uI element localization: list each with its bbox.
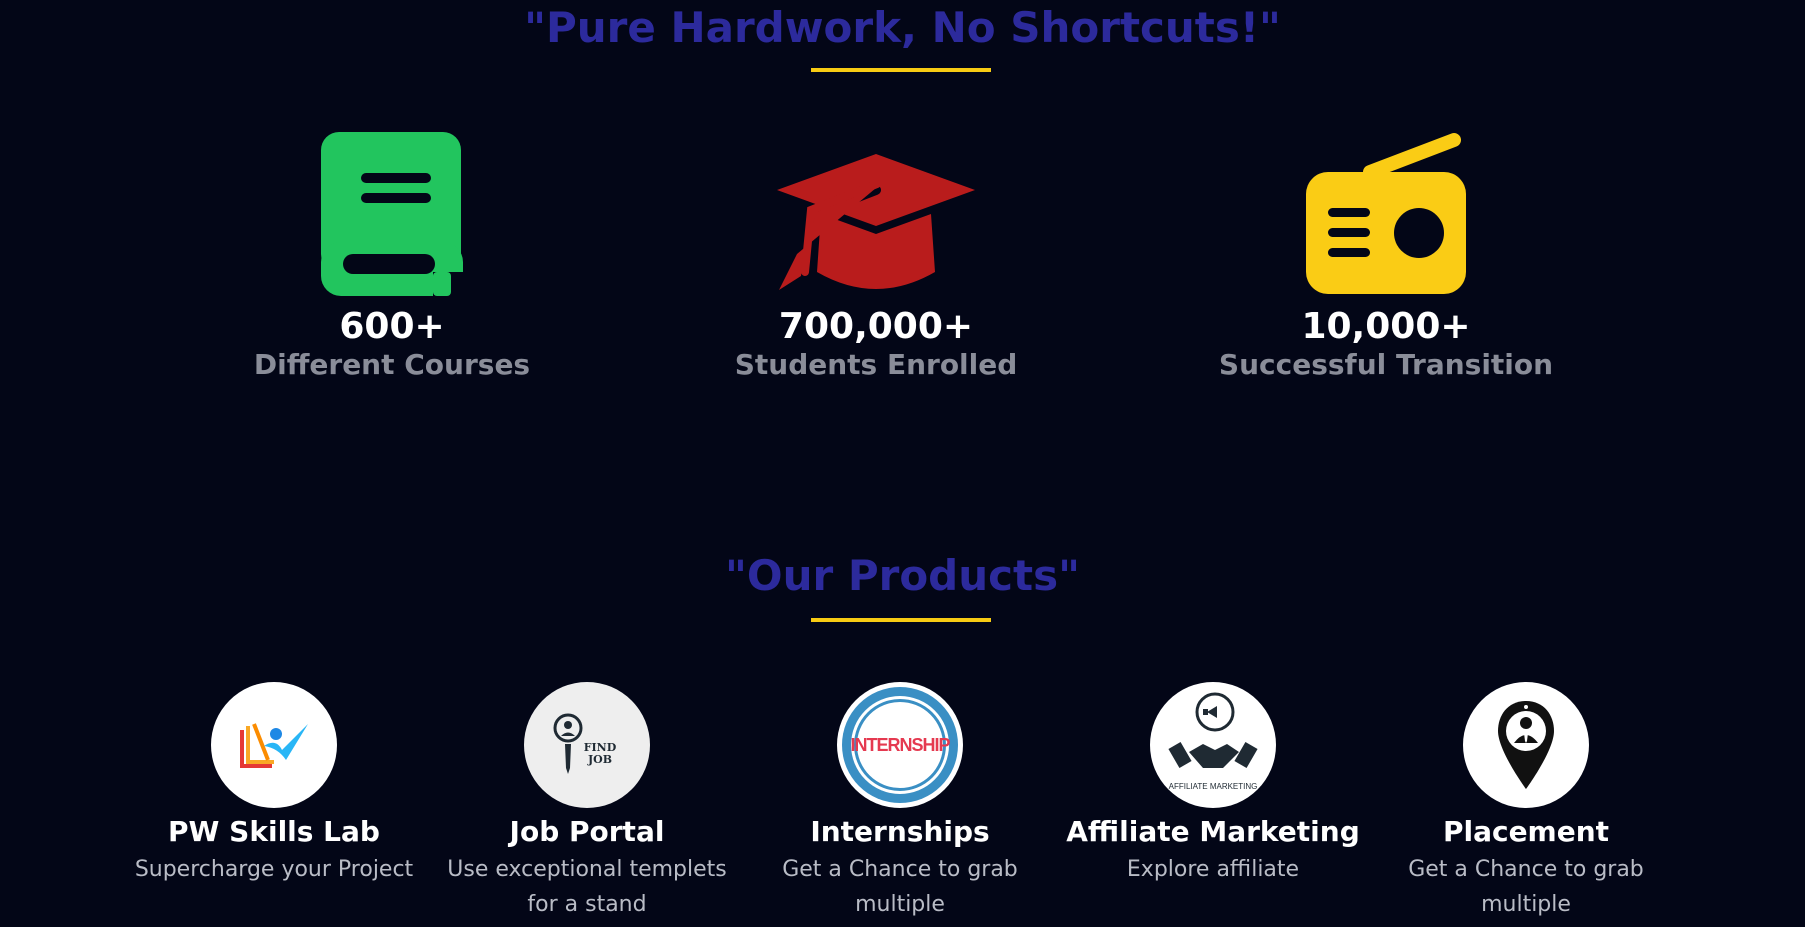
pw-skills-lab-logo-icon — [211, 682, 337, 808]
product-description: Use exceptional templets for a stand — [447, 857, 727, 917]
internship-badge-logo-icon: INTERNSHIP — [837, 682, 963, 808]
product-pw-skills-lab[interactable]: PW Skills Lab Supercharge your Project — [124, 682, 424, 887]
find-job-logo-icon: FIND JOB — [524, 682, 650, 808]
affiliate-logo-text: AFFILIATE MARKETING — [1168, 782, 1258, 791]
product-title: Internships — [810, 815, 990, 848]
product-description: Supercharge your Project — [134, 857, 414, 882]
graduation-cap-icon — [686, 130, 1066, 296]
product-title: Affiliate Marketing — [1066, 815, 1360, 848]
find-job-logo-text: FIND JOB — [583, 741, 617, 766]
stat-label: Different Courses — [253, 348, 531, 381]
product-description: Get a Chance to grab multiple — [1408, 857, 1644, 917]
stat-label: Successful Transition — [1218, 348, 1554, 381]
product-description: Get a Chance to grab multiple — [782, 857, 1018, 917]
affiliate-marketing-logo-icon: AFFILIATE MARKETING — [1150, 682, 1276, 808]
stat-value: 700,000+ — [778, 306, 974, 347]
product-title: PW Skills Lab — [168, 815, 380, 848]
stat-courses: 600+ Different Courses — [202, 130, 582, 382]
product-internships[interactable]: INTERNSHIP Internships Get a Chance to g… — [750, 682, 1050, 922]
stat-students: 700,000+ Students Enrolled — [686, 130, 1066, 382]
page: "Pure Hardwork, No Shortcuts!" 600+ Diff… — [0, 0, 1805, 927]
stat-value: 600+ — [339, 306, 445, 347]
internship-logo-text: INTERNSHIP — [850, 734, 951, 755]
product-job-portal[interactable]: FIND JOB Job Portal Use exceptional temp… — [437, 682, 737, 922]
placement-pin-logo-icon — [1463, 682, 1589, 808]
stats-heading-underline — [811, 68, 991, 72]
products-heading-underline — [811, 618, 991, 622]
product-affiliate-marketing[interactable]: AFFILIATE MARKETING Affiliate Marketing … — [1063, 682, 1363, 887]
stat-transitions: 10,000+ Successful Transition — [1196, 130, 1576, 382]
stats-heading: "Pure Hardwork, No Shortcuts!" — [524, 3, 1281, 52]
stat-label: Students Enrolled — [734, 348, 1018, 381]
products-heading: "Our Products" — [725, 551, 1080, 600]
book-icon — [202, 130, 582, 296]
product-description: Explore affiliate — [1126, 857, 1300, 882]
product-title: Placement — [1442, 815, 1610, 848]
product-title: Job Portal — [509, 815, 665, 848]
stat-value: 10,000+ — [1301, 306, 1471, 347]
product-placement[interactable]: Placement Get a Chance to grab multiple — [1376, 682, 1676, 922]
radio-icon — [1196, 130, 1576, 296]
